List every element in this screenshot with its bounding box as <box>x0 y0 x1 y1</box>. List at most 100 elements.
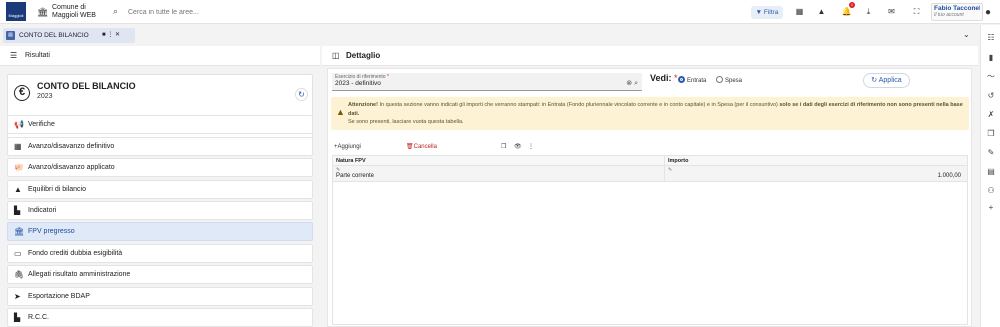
file-icon[interactable]: ▤ <box>986 167 996 177</box>
menu-item-rcc[interactable]: ▙ R.C.C. <box>7 308 313 327</box>
menu-label: Esportazione BDAP <box>28 293 90 300</box>
list-icon[interactable]: ☷ <box>986 33 996 43</box>
tab-bar: ▤ CONTO DEL BILANCIO ■ ⋮ ✕ <box>0 25 978 45</box>
top-bar: Maggioli 🏛 Comune di Maggioli WEB ⌕ ▼ Fi… <box>0 0 1000 24</box>
users-icon[interactable]: ⚇ <box>986 186 996 196</box>
col-importo[interactable]: Importo <box>668 156 688 166</box>
fullscreen-icon[interactable]: ⛶ <box>911 6 922 17</box>
results-title: Risultati <box>25 52 50 59</box>
radio-entrata-label: Entrata <box>687 78 707 84</box>
copy-icon[interactable]: ❐ <box>501 140 506 154</box>
bank-icon[interactable]: 🏛 <box>37 7 48 18</box>
radio-spesa[interactable]: Spesa <box>716 76 742 84</box>
menu-label: FPV pregresso <box>28 228 75 235</box>
user-role: Il tuo account <box>934 12 964 18</box>
delete-rows-button[interactable]: 🗑 Cancella righe selezionate <box>406 140 444 178</box>
warning-line1: Attenzione! In questa sezione vanno indi… <box>348 101 963 118</box>
avatar-icon[interactable]: ● <box>985 7 991 18</box>
warning-icon[interactable]: ▲ <box>816 6 827 17</box>
menu-label: Allegati risultato amministrazione <box>28 271 131 278</box>
applica-button[interactable]: ↻ Applica <box>863 73 910 88</box>
history-icon[interactable]: ↺ <box>986 91 996 101</box>
menu-label: Avanzo/disavanzo applicato <box>28 164 115 171</box>
download-icon[interactable]: ⤓ <box>863 6 874 17</box>
menu-item-avanzo-definitivo[interactable]: ▦ Avanzo/disavanzo definitivo <box>7 137 313 156</box>
user-account[interactable]: Fabio Tacconelli Il tuo account <box>931 3 983 21</box>
send-icon: ➤ <box>14 292 21 301</box>
more-icon[interactable]: ⋮ <box>528 140 534 154</box>
menu-label: Avanzo/disavanzo definitivo <box>28 143 115 150</box>
search-icon: ⌕ <box>113 6 119 16</box>
radio-unchecked-icon <box>716 76 723 83</box>
results-header: ☰ Risultati <box>0 46 320 66</box>
menu-item-fpv-pregresso[interactable]: 🏛 FPV pregresso <box>7 222 313 241</box>
col-natura[interactable]: Natura FPV <box>336 156 366 166</box>
refresh-icon: ↻ <box>871 77 878 84</box>
add-row-button[interactable]: + Aggiungi nuova riga <box>334 140 361 178</box>
menu-item-avanzo-applicato[interactable]: 🐖 Avanzo/disavanzo applicato <box>7 158 313 177</box>
esercizio-field[interactable]: Esercizio di riferimento * 2023 - defini… <box>332 73 642 91</box>
cell-importo[interactable]: 1.000,00 <box>938 173 961 179</box>
comune-name: Comune di Maggioli WEB <box>52 4 96 20</box>
eye-icon[interactable]: 👁 <box>514 140 522 154</box>
menu-item-esportazione-bdap[interactable]: ➤ Esportazione BDAP <box>7 287 313 306</box>
main-panel: ◫ Dettaglio Esercizio di riferimento * 2… <box>322 46 978 327</box>
credit-card-icon: ▭ <box>14 249 22 258</box>
menu-item-verifiche[interactable]: 📢 Verifiche <box>7 115 313 134</box>
tab-actions-icon[interactable]: ■ ⋮ ✕ <box>102 28 120 43</box>
edit-icon[interactable]: ✎ <box>668 167 672 173</box>
right-rail: ☷ ▮ 〜 ↺ ✗ ❐ ✎ ▤ ⚇ + <box>980 25 1000 327</box>
mail-icon[interactable]: ✉ <box>886 6 897 17</box>
refresh-icon[interactable]: ↻ <box>295 88 308 101</box>
vedi-label-text: Vedi: <box>650 73 672 83</box>
warning-icon: ▲ <box>336 107 345 117</box>
grid-toolbar: + Aggiungi nuova riga 🗑 Cancella righe s… <box>332 140 968 178</box>
notification-badge: 1 <box>849 2 855 8</box>
radio-entrata[interactable]: Entrata <box>678 76 706 84</box>
detail-panel: Esercizio di riferimento * 2023 - defini… <box>327 68 972 327</box>
panel-icon: ◫ <box>332 51 340 60</box>
comune-line1: Comune di <box>52 4 86 11</box>
piggy-bank-icon: 🐖 <box>14 163 24 172</box>
fpv-grid: Natura FPV Importo ✎ Parte corrente ✎ 1.… <box>332 155 968 325</box>
chevron-down-icon[interactable]: ⌄ <box>963 30 970 39</box>
book-icon[interactable]: ▮ <box>986 53 996 63</box>
menu-item-fondo-crediti[interactable]: ▭ Fondo crediti dubbia esigibilità <box>7 244 313 263</box>
menu-item-indicatori[interactable]: ▙ Indicatori <box>7 201 313 220</box>
clear-search-icons[interactable]: ⊗ ⌕ <box>626 79 638 88</box>
warning-banner: ▲ Attenzione! In questa sezione vanno in… <box>331 97 969 130</box>
search-input[interactable] <box>128 6 428 18</box>
document-icon: ▙ <box>14 313 21 322</box>
detail-title: Dettaglio <box>346 51 381 60</box>
euro-icon: € <box>14 85 30 101</box>
chart-line-icon[interactable]: 〜 <box>986 72 996 82</box>
grid-header: Natura FPV Importo <box>333 156 967 166</box>
menu-item-equilibri[interactable]: ▲ Equilibri di bilancio <box>7 180 313 199</box>
grid-icon[interactable]: ▦ <box>794 6 805 17</box>
user-name: Fabio Tacconelli <box>934 5 980 12</box>
paperclip-icon: 🖇 <box>14 270 25 279</box>
card-year: 2023 <box>37 93 53 100</box>
cell-natura[interactable]: Parte corrente <box>336 173 374 179</box>
edit-icon[interactable]: ✎ <box>986 148 996 158</box>
calculator-icon: ▦ <box>14 142 22 151</box>
maggioli-logo[interactable]: Maggioli <box>6 2 26 21</box>
left-panel: ☰ Risultati € CONTO DEL BILANCIO 2023 ↻ … <box>0 46 320 327</box>
warning-bold: Attenzione! <box>348 102 378 108</box>
filter-label: Filtra <box>763 9 779 16</box>
menu-label: R.C.C. <box>28 314 49 321</box>
tab-conto-del-bilancio[interactable]: ▤ CONTO DEL BILANCIO ■ ⋮ ✕ <box>3 28 135 43</box>
radio-checked-icon <box>678 76 685 83</box>
warning-text2: Se sono presenti, lasciare vuota questa … <box>348 119 464 125</box>
radio-spesa-label: Spesa <box>725 78 743 84</box>
warning-text1: In questa sezione vanno indicati gli imp… <box>377 102 780 108</box>
required-mark: * <box>386 74 389 80</box>
add-icon[interactable]: + <box>986 203 996 213</box>
copy-icon[interactable]: ❐ <box>986 129 996 139</box>
table-row[interactable]: ✎ Parte corrente ✎ 1.000,00 <box>333 166 967 182</box>
tools-icon[interactable]: ✗ <box>986 110 996 120</box>
document-icon: ▤ <box>6 31 15 40</box>
filter-button[interactable]: ▼ Filtra <box>751 6 783 19</box>
column-divider <box>664 156 665 182</box>
menu-item-allegati[interactable]: 🖇 Allegati risultato amministrazione <box>7 265 313 284</box>
